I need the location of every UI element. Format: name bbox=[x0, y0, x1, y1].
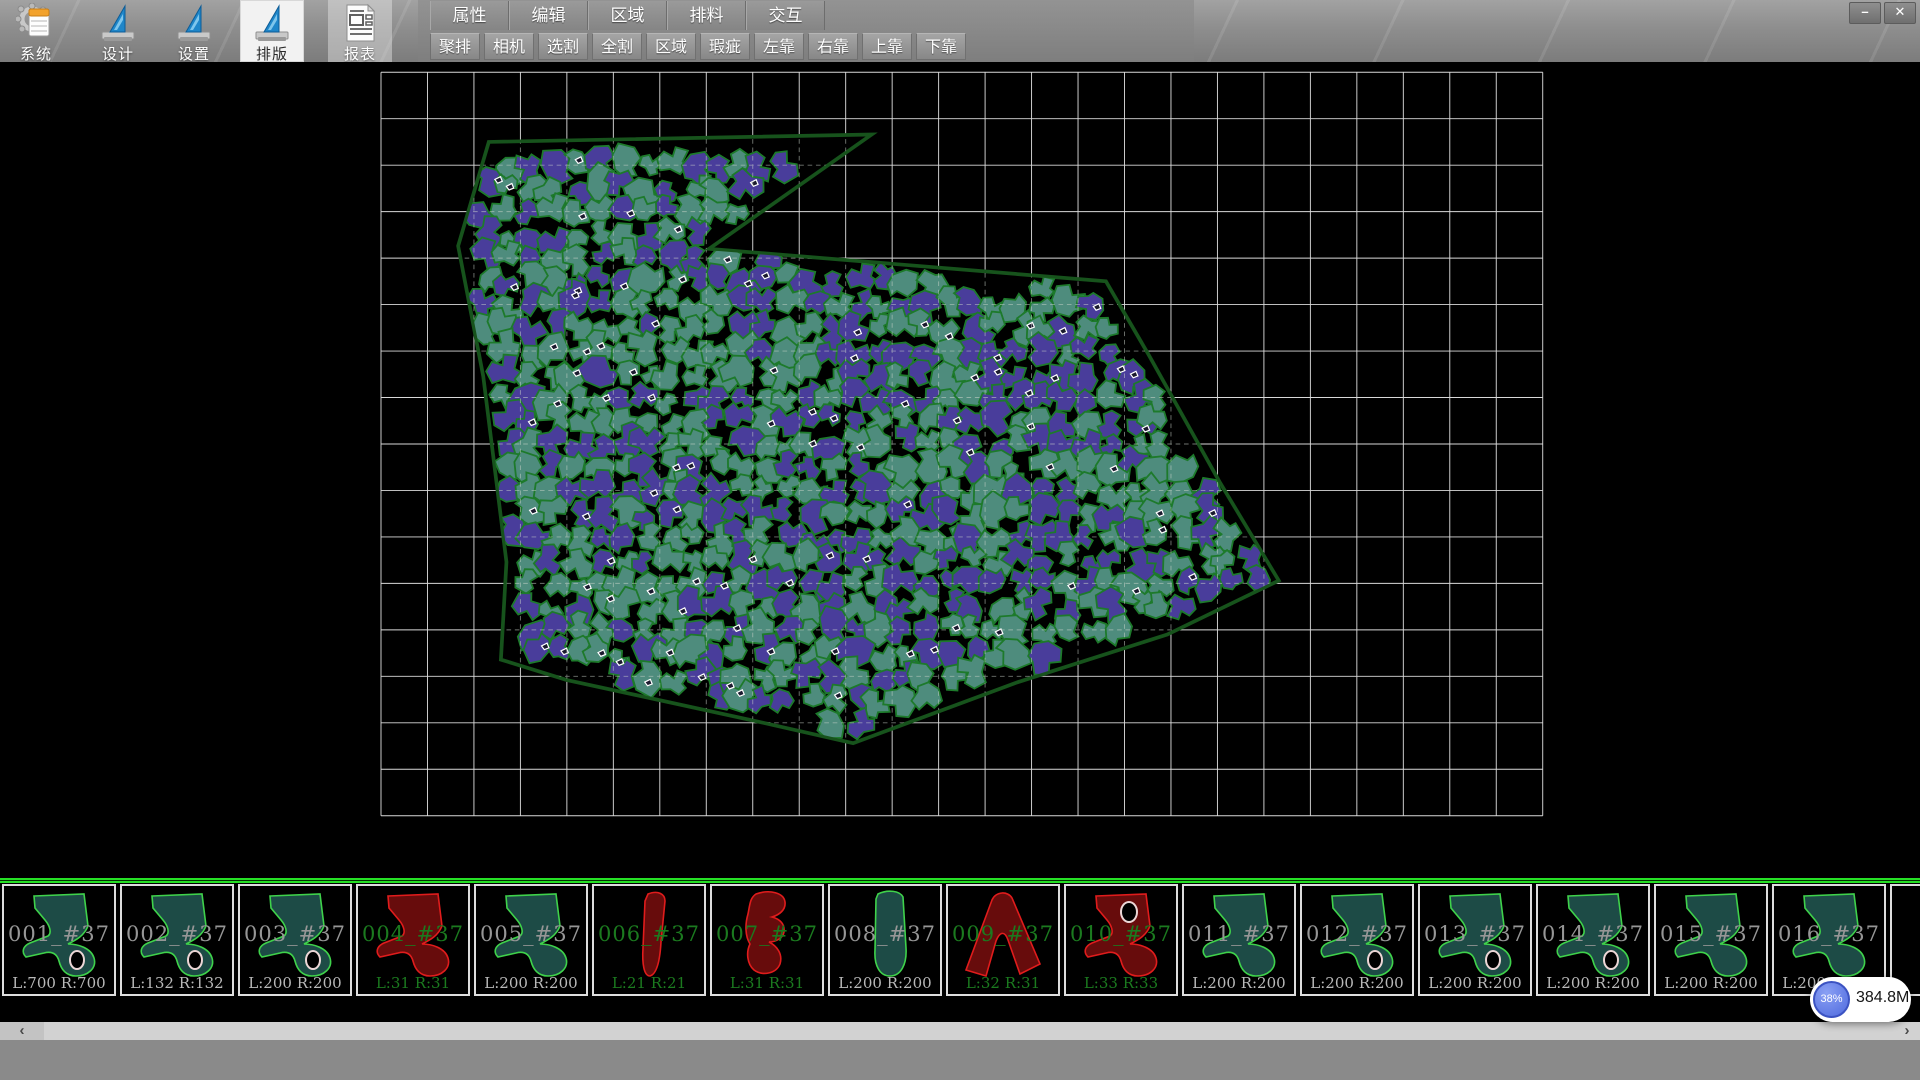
piece-thumbnail-2[interactable]: 002_#37 L:132 R:132 bbox=[120, 884, 234, 996]
piece-id-label: 001_#37 bbox=[4, 922, 114, 946]
menu-tab-1[interactable]: 属性 bbox=[430, 1, 509, 30]
piece-thumbnail-6[interactable]: 006_#37 L:21 R:21 bbox=[592, 884, 706, 996]
action-button-8[interactable]: 右靠 bbox=[808, 33, 858, 60]
piece-id-label: 004_#37 bbox=[358, 922, 468, 946]
piece-thumbnail-11[interactable]: 011_#37 L:200 R:200 bbox=[1182, 884, 1296, 996]
scroll-left-button[interactable]: ‹ bbox=[0, 1022, 44, 1040]
action-button-4[interactable]: 全割 bbox=[592, 33, 642, 60]
window-controls: –✕ bbox=[1849, 2, 1916, 24]
piece-id-label: 007_#37 bbox=[712, 922, 822, 946]
action-button-9[interactable]: 上靠 bbox=[862, 33, 912, 60]
piece-thumbnail-10[interactable]: 010_#37 L:33 R:33 bbox=[1064, 884, 1178, 996]
ruler-icon bbox=[162, 3, 226, 43]
strip-top-border bbox=[0, 878, 1920, 883]
mode-button-3[interactable]: 设置 bbox=[162, 0, 226, 62]
piece-id-label: 0 bbox=[1892, 922, 1920, 946]
piece-lr-count: L:31 R:31 bbox=[712, 974, 822, 992]
minimize-button[interactable]: – bbox=[1849, 2, 1881, 24]
mode-button-1[interactable]: 系统 bbox=[4, 0, 68, 62]
action-button-3[interactable]: 选割 bbox=[538, 33, 588, 60]
memory-amount-label: 384.8M bbox=[1856, 989, 1909, 1007]
nesting-app-window: { "window": { "controls": [ {"name": "mi… bbox=[0, 0, 1920, 1080]
canvas-svg[interactable] bbox=[0, 62, 1920, 878]
piece-thumbnail-5[interactable]: 005_#37 L:200 R:200 bbox=[474, 884, 588, 996]
piece-thumbnail-14[interactable]: 014_#37 L:200 R:200 bbox=[1536, 884, 1650, 996]
piece-id-label: 012_#37 bbox=[1302, 922, 1412, 946]
action-button-row: 聚排相机选割全割区域瑕疵左靠右靠上靠下靠 bbox=[430, 33, 966, 61]
piece-lr-count: L:32 R:31 bbox=[948, 974, 1058, 992]
ruler-icon bbox=[86, 3, 150, 43]
gear-icon bbox=[4, 3, 68, 43]
piece-lr-count: L:700 R:700 bbox=[4, 974, 114, 992]
piece-id-label: 010_#37 bbox=[1066, 922, 1176, 946]
action-button-1[interactable]: 聚排 bbox=[430, 33, 480, 60]
action-button-6[interactable]: 瑕疵 bbox=[700, 33, 750, 60]
piece-thumbnail-7[interactable]: 007_#37 L:31 R:31 bbox=[710, 884, 824, 996]
piece-id-label: 005_#37 bbox=[476, 922, 586, 946]
status-bar bbox=[0, 1040, 1920, 1080]
mode-button-2[interactable]: 设计 bbox=[86, 0, 150, 62]
piece-id-label: 011_#37 bbox=[1184, 922, 1294, 946]
piece-lr-count: L:200 R:200 bbox=[240, 974, 350, 992]
piece-lr-count: L:31 R:31 bbox=[358, 974, 468, 992]
piece-id-label: 002_#37 bbox=[122, 922, 232, 946]
piece-thumbnail-strip: 001_#37L:700 R:700 002_#37L:132 R:132 00… bbox=[0, 878, 1920, 1022]
piece-lr-count: L:132 R:132 bbox=[122, 974, 232, 992]
piece-lr-count: L:200 R:200 bbox=[1420, 974, 1530, 992]
piece-id-label: 009_#37 bbox=[948, 922, 1058, 946]
piece-thumbnail-8[interactable]: 008_#37 L:200 R:200 bbox=[828, 884, 942, 996]
piece-lr-count: L:33 R:33 bbox=[1066, 974, 1176, 992]
menu-tab-5[interactable]: 交互 bbox=[746, 1, 825, 30]
horizontal-scrollbar[interactable]: ‹ › bbox=[0, 1022, 1920, 1040]
mode-button-label: 系统 bbox=[4, 43, 68, 64]
piece-thumbnail-13[interactable]: 013_#37 L:200 R:200 bbox=[1418, 884, 1532, 996]
ruler-icon bbox=[240, 3, 304, 43]
report-icon bbox=[328, 3, 392, 43]
piece-lr-count: L:200 R:200 bbox=[830, 974, 940, 992]
mode-button-label: 设置 bbox=[162, 43, 226, 64]
menu-tab-4[interactable]: 排料 bbox=[667, 1, 746, 30]
menu-tab-3[interactable]: 区域 bbox=[588, 1, 667, 30]
mode-button-label: 设计 bbox=[86, 43, 150, 64]
piece-thumbnail-9[interactable]: 009_#37 L:32 R:31 bbox=[946, 884, 1060, 996]
memory-percent-indicator: 38% bbox=[1813, 981, 1850, 1018]
piece-id-label: 006_#37 bbox=[594, 922, 704, 946]
piece-id-label: 003_#37 bbox=[240, 922, 350, 946]
close-button[interactable]: ✕ bbox=[1884, 2, 1916, 24]
mode-button-label: 报表 bbox=[328, 43, 392, 64]
mode-button-label: 排版 bbox=[240, 43, 304, 64]
piece-thumbnail-15[interactable]: 015_#37 L:200 R:200 bbox=[1654, 884, 1768, 996]
piece-id-label: 013_#37 bbox=[1420, 922, 1530, 946]
piece-lr-count: L:200 R:200 bbox=[1656, 974, 1766, 992]
piece-lr-count: L:200 R:200 bbox=[1538, 974, 1648, 992]
menu-tab-row: 属性编辑区域排料交互 bbox=[430, 1, 825, 31]
piece-id-label: 016_#37 bbox=[1774, 922, 1884, 946]
action-button-10[interactable]: 下靠 bbox=[916, 33, 966, 60]
piece-thumbnail-3[interactable]: 003_#37 L:200 R:200 bbox=[238, 884, 352, 996]
piece-lr-count: L:200 R:200 bbox=[476, 974, 586, 992]
scroll-right-button[interactable]: › bbox=[1894, 1022, 1920, 1040]
nesting-canvas[interactable] bbox=[0, 62, 1920, 878]
action-button-2[interactable]: 相机 bbox=[484, 33, 534, 60]
piece-lr-count: L:21 R:21 bbox=[594, 974, 704, 992]
piece-lr-count: L:200 R:200 bbox=[1302, 974, 1412, 992]
piece-thumbnail-12[interactable]: 012_#37 L:200 R:200 bbox=[1300, 884, 1414, 996]
mode-button-5[interactable]: 报表 bbox=[328, 0, 392, 62]
piece-id-label: 015_#37 bbox=[1656, 922, 1766, 946]
memory-usage-badge: 38% 384.8M bbox=[1810, 977, 1911, 1022]
piece-lr-count: L:200 R:200 bbox=[1184, 974, 1294, 992]
action-button-5[interactable]: 区域 bbox=[646, 33, 696, 60]
menu-tab-2[interactable]: 编辑 bbox=[509, 1, 588, 30]
action-button-7[interactable]: 左靠 bbox=[754, 33, 804, 60]
titlebar-toolbar: 系统 设计 设置 排版 报表 属性编辑区域排料交互 聚排相机选割全割区域瑕疵左靠… bbox=[0, 0, 1920, 62]
thumbnail-cells: 001_#37L:700 R:700 002_#37L:132 R:132 00… bbox=[0, 884, 1920, 998]
piece-thumbnail-1[interactable]: 001_#37 L:700 R:700 bbox=[2, 884, 116, 996]
piece-id-label: 008_#37 bbox=[830, 922, 940, 946]
piece-thumbnail-4[interactable]: 004_#37 L:31 R:31 bbox=[356, 884, 470, 996]
piece-id-label: 014_#37 bbox=[1538, 922, 1648, 946]
mode-button-4[interactable]: 排版 bbox=[240, 0, 304, 62]
